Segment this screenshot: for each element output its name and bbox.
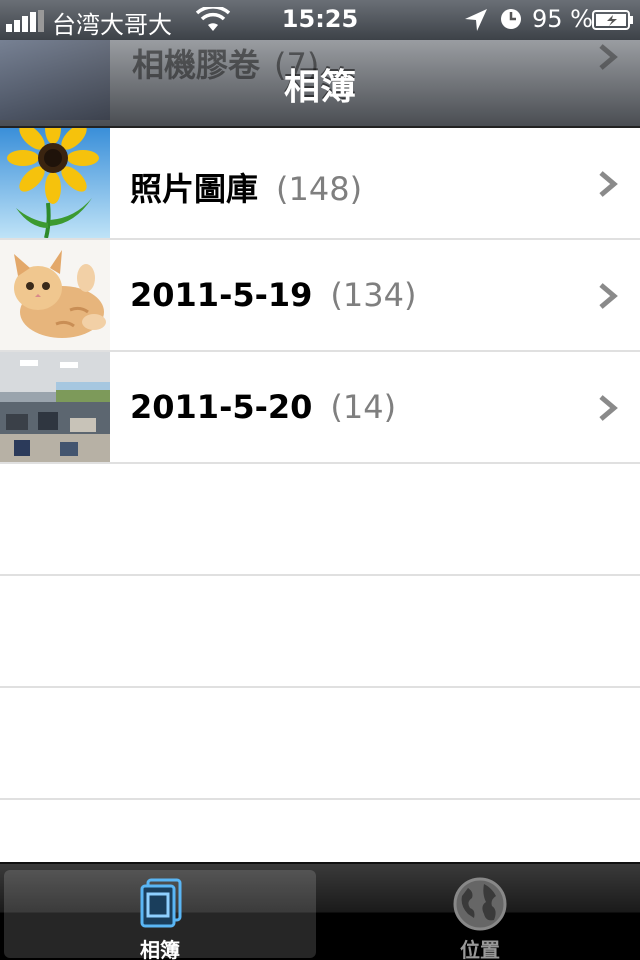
sunflower-thumbnail <box>0 128 110 238</box>
office-thumbnail <box>0 352 110 462</box>
album-name: 2011-5-20 <box>130 388 313 426</box>
list-item[interactable]: 2011-5-19 (134) <box>0 240 640 352</box>
album-name: 照片圖庫 <box>130 170 259 208</box>
tab-bar: 相簿 位置 <box>0 862 640 960</box>
album-count: (134) <box>330 276 417 314</box>
empty-list-row <box>0 464 640 576</box>
empty-list-row <box>0 576 640 688</box>
album-label: 2011-5-20 (14) <box>130 388 396 426</box>
kitten-thumbnail <box>0 240 110 350</box>
globe-icon <box>453 877 507 931</box>
tab-label: 位置 <box>460 938 500 960</box>
tab-albums[interactable]: 相簿 <box>4 870 316 960</box>
battery-percent: 95 % <box>532 5 593 33</box>
tab-label: 相簿 <box>140 938 180 960</box>
album-label: 2011-5-19 (134) <box>130 276 416 314</box>
list-item[interactable]: 2011-5-20 (14) <box>0 352 640 464</box>
chevron-right-icon <box>599 171 618 197</box>
navigation-bar: 相機膠卷 (7) 相簿 <box>0 40 640 128</box>
status-bar: 台湾大哥大 15:25 95 % <box>0 0 640 40</box>
location-icon <box>465 9 487 31</box>
album-name: 2011-5-19 <box>130 276 313 314</box>
albums-icon <box>140 878 182 928</box>
clock-icon <box>501 9 521 29</box>
tab-places[interactable]: 位置 <box>324 870 636 960</box>
battery-icon <box>592 10 633 30</box>
album-count: (14) <box>330 388 397 426</box>
list-item[interactable]: 照片圖庫 (148) <box>0 128 640 240</box>
chevron-right-icon <box>599 395 618 421</box>
page-title: 相簿 <box>283 67 356 108</box>
chevron-right-icon <box>599 283 618 309</box>
empty-list-row <box>0 688 640 800</box>
album-count: (148) <box>276 170 363 208</box>
album-label: 照片圖庫 (148) <box>130 164 362 210</box>
